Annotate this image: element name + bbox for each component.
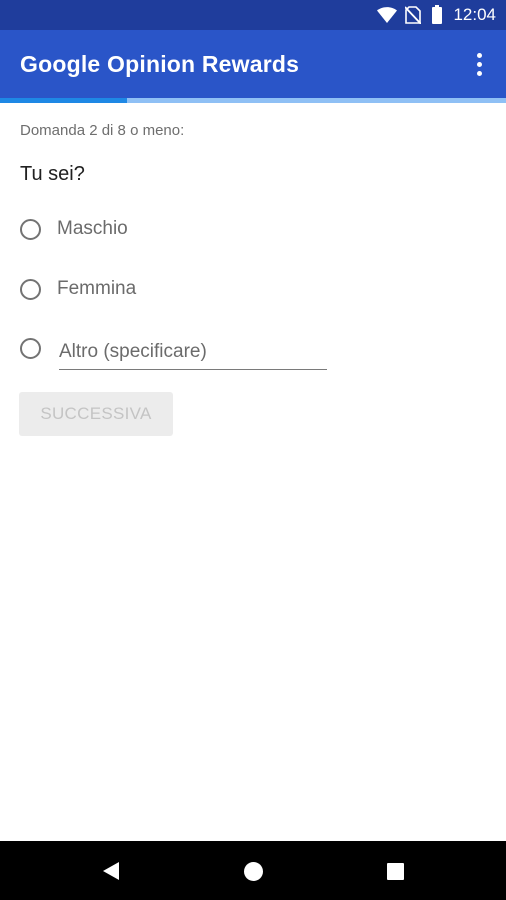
radio-button-icon[interactable] xyxy=(20,278,41,300)
home-button[interactable] xyxy=(237,855,269,887)
survey-progress-fill xyxy=(0,98,127,103)
other-specify-input[interactable] xyxy=(59,335,327,370)
recents-icon xyxy=(386,862,404,880)
status-bar: 12:04 xyxy=(0,0,506,30)
radio-button-icon[interactable] xyxy=(20,337,41,359)
app-bar: Google Opinion Rewards xyxy=(0,30,506,98)
survey-progress-bar xyxy=(0,98,506,103)
option-maschio[interactable]: Maschio xyxy=(20,211,128,247)
no-sim-icon xyxy=(405,6,421,24)
question-text: Tu sei? xyxy=(20,163,85,185)
back-button[interactable] xyxy=(95,855,127,887)
screen: 12:04 Google Opinion Rewards Domanda 2 d… xyxy=(0,0,506,900)
menu-dot xyxy=(476,61,482,67)
status-clock: 12:04 xyxy=(453,5,496,24)
app-title: Google Opinion Rewards xyxy=(20,51,300,77)
menu-dot xyxy=(476,52,482,58)
home-icon xyxy=(243,861,263,881)
recents-button[interactable] xyxy=(379,855,411,887)
question-counter: Domanda 2 di 8 o meno: xyxy=(20,122,185,139)
back-icon xyxy=(103,862,119,880)
navigation-bar xyxy=(0,841,506,900)
menu-dot xyxy=(476,70,482,76)
option-label: Maschio xyxy=(57,218,128,239)
next-button[interactable]: SUCCESSIVA xyxy=(19,392,173,436)
option-femmina[interactable]: Femmina xyxy=(20,271,136,307)
option-label: Femmina xyxy=(57,278,137,299)
radio-button-icon[interactable] xyxy=(20,218,41,240)
battery-icon xyxy=(432,5,442,24)
option-altro[interactable] xyxy=(20,330,41,366)
wifi-icon xyxy=(377,7,397,23)
more-vert-icon[interactable] xyxy=(464,48,494,80)
